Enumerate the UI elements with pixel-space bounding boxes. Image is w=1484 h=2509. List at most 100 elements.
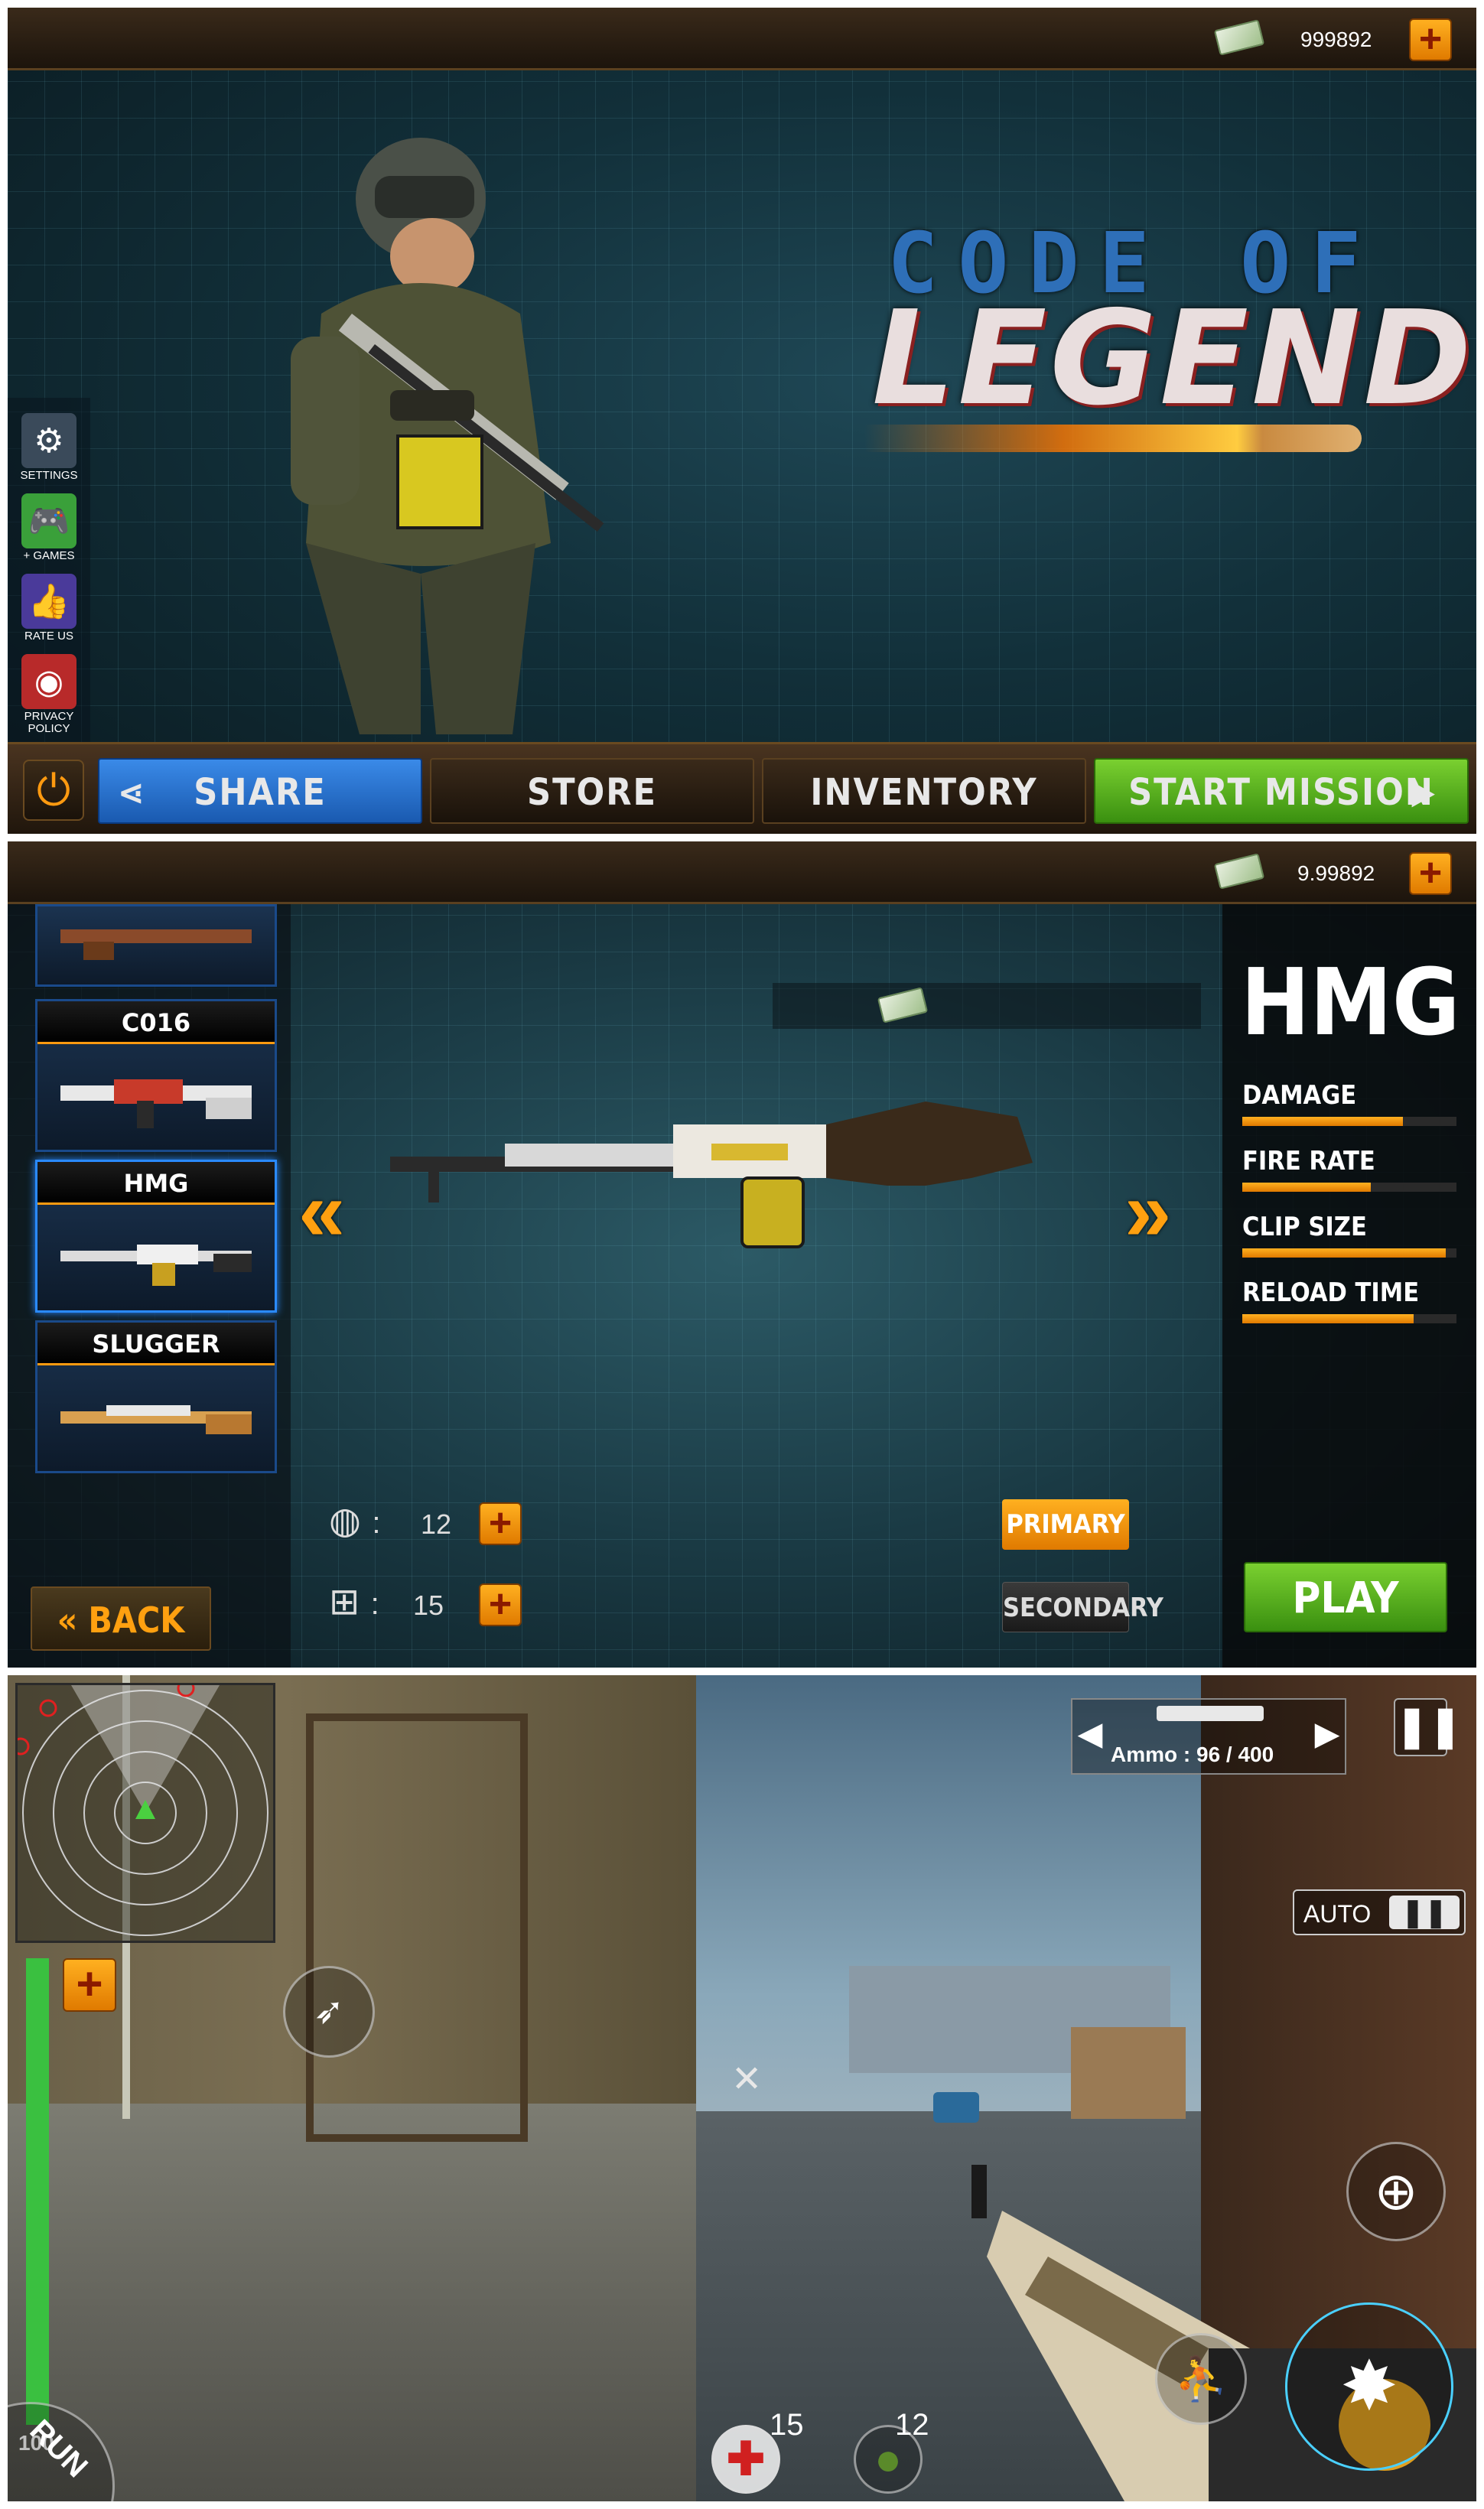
weapon-price-strip — [773, 983, 1201, 1029]
pause-icon: ❚❚ — [1395, 1704, 1463, 1749]
crosshair-reticle: ✕ — [731, 2059, 763, 2100]
back-label: BACK — [88, 1599, 185, 1641]
fire-mode-toggle[interactable]: AUTO ❚❚ — [1293, 1889, 1466, 1935]
thumbs-up-icon: 👍 — [21, 574, 76, 629]
weapon-switcher: ◀ ▶ Ammo : 96 / 400 — [1071, 1698, 1346, 1775]
wood-pallets — [1071, 2027, 1186, 2119]
back-arrow-icon: « — [57, 1599, 78, 1641]
weapon-card-c016[interactable]: C016 — [35, 999, 277, 1152]
store-label: STORE — [526, 771, 658, 814]
wall-frame — [306, 1713, 528, 2142]
weapon-card-slugger[interactable]: SLUGGER — [35, 1320, 277, 1473]
privacy-eye-icon: ◉ — [21, 654, 76, 709]
play-arrow-icon: ▶ — [1411, 773, 1437, 812]
gameplay-screen: 100 + ➶ RUN ◀ ▶ Ammo : 96 / 400 ❚❚ AUTO … — [8, 1675, 1476, 2501]
share-label: SHARE — [194, 771, 327, 814]
medkit-count: 15 — [413, 1590, 444, 1621]
stat-damage-label: DAMAGE — [1242, 1080, 1357, 1111]
aim-scope-button[interactable]: ⊕ — [1346, 2142, 1446, 2241]
weapon-list: C016 HMG SLUGGER « BACK — [8, 904, 291, 1668]
add-money-button[interactable]: + — [1409, 18, 1452, 61]
flaming-bullet-graphic — [864, 425, 1362, 452]
grenade-icon: ◍ — [329, 1501, 361, 1541]
health-bar — [26, 1958, 49, 2425]
inventory-label: INVENTORY — [810, 771, 1038, 814]
gear-icon: ⚙ — [21, 413, 76, 468]
assault-rifle-icon — [60, 1079, 252, 1128]
back-button[interactable]: «BACK — [31, 1586, 211, 1651]
weapon-stats-panel: HMG DAMAGE FIRE RATE CLIP SIZE RELOAD TI… — [1222, 904, 1476, 1668]
more-games-button[interactable]: 🎮 + GAMES — [18, 493, 80, 562]
shotgun-icon — [60, 1405, 252, 1434]
power-icon[interactable]: ⏻ — [23, 760, 84, 821]
rate-us-label: RATE US — [24, 630, 73, 643]
add-medkit-button[interactable]: + — [479, 1583, 522, 1626]
top-bar: 999892 + — [8, 8, 1476, 70]
more-games-label: + GAMES — [23, 549, 75, 562]
stat-clip-size-label: CLIP SIZE — [1242, 1212, 1367, 1242]
next-weapon-arrow[interactable]: » — [1124, 1163, 1171, 1260]
gamepad-icon: 🎮 — [21, 493, 76, 548]
stat-clip-size-bar — [1242, 1248, 1456, 1258]
radar-rings — [11, 1679, 268, 1936]
weapon-name: C016 — [37, 1001, 275, 1044]
grenade-count: 12 — [895, 2408, 929, 2442]
grenade-count: 12 — [421, 1508, 452, 1540]
side-menu: ⚙ SETTINGS 🎮 + GAMES 👍 RATE US ◉ PRIVACY… — [8, 398, 90, 742]
health-bar-fill — [26, 1958, 49, 2425]
ammo-count: Ammo : 96 / 400 — [1111, 1743, 1274, 1766]
inventory-button[interactable]: INVENTORY — [762, 758, 1086, 824]
previous-weapon-arrow[interactable]: « — [298, 1163, 345, 1260]
medkit-cross-icon: ✚ — [726, 2433, 766, 2485]
crouch-icon: ⛹ — [1174, 2354, 1228, 2403]
weapon-name: HMG — [37, 1162, 275, 1205]
grenade-row: ◍ : — [329, 1501, 381, 1541]
bottom-menu-bar: ⏻ ⋖ SHARE STORE INVENTORY START MISSION … — [8, 742, 1476, 834]
weapon-card-hmg[interactable]: HMG — [35, 1160, 277, 1313]
soldier-illustration — [291, 138, 604, 734]
cash-icon — [877, 987, 929, 1023]
cash-icon — [1213, 19, 1265, 56]
weapon-card-partial[interactable] — [35, 904, 277, 987]
machine-gun-icon — [60, 1245, 252, 1286]
secondary-button[interactable]: SECONDARY — [1002, 1582, 1163, 1632]
stat-fire-rate-bar — [1242, 1183, 1456, 1192]
health-plus-button[interactable]: + — [63, 1958, 116, 2012]
stat-reload-time-label: RELOAD TIME — [1242, 1277, 1420, 1308]
fire-button[interactable]: ✸ — [1285, 2302, 1453, 2471]
rate-us-button[interactable]: 👍 RATE US — [18, 574, 80, 643]
stat-reload-time-bar — [1242, 1314, 1456, 1323]
previous-weapon-icon[interactable]: ◀ — [1079, 1717, 1102, 1752]
add-grenade-button[interactable]: + — [479, 1502, 522, 1545]
play-button[interactable]: PLAY — [1244, 1562, 1447, 1632]
throw-button[interactable]: ➶ — [283, 1966, 375, 2058]
main-menu-screen: 999892 + CODE OF LEGEND ⚙ SETTINGS 🎮 + G… — [8, 8, 1476, 834]
fire-icon: ✸ — [1340, 2348, 1398, 2425]
share-button[interactable]: ⋖ SHARE — [98, 758, 422, 824]
settings-button[interactable]: ⚙ SETTINGS — [18, 413, 80, 482]
next-weapon-icon[interactable]: ▶ — [1315, 1717, 1339, 1752]
run-label: RUN — [23, 2413, 94, 2485]
rifle-icon — [60, 929, 252, 960]
store-button[interactable]: STORE — [430, 758, 754, 824]
pause-button[interactable]: ❚❚ — [1394, 1698, 1462, 1756]
add-money-button[interactable]: + — [1409, 852, 1452, 895]
privacy-policy-button[interactable]: ◉ PRIVACY POLICY — [18, 654, 80, 735]
fire-mode-switch: ❚❚ — [1389, 1896, 1460, 1929]
privacy-policy-label: PRIVACY POLICY — [24, 710, 74, 735]
crouch-button[interactable]: ⛹ — [1155, 2333, 1247, 2425]
radar-minimap — [11, 1679, 275, 1943]
cash-icon — [1213, 853, 1265, 890]
share-icon: ⋖ — [118, 772, 146, 813]
primary-button[interactable]: PRIMARY — [1002, 1499, 1129, 1550]
wall-lower — [8, 2104, 696, 2501]
medkit-row: ⊞ : — [329, 1582, 379, 1622]
crosshair-icon: ⊕ — [1374, 2162, 1418, 2221]
start-mission-label: START MISSION — [1128, 771, 1434, 814]
money-amount: 9.99892 — [1297, 861, 1375, 885]
weapon-select-screen: 9.99892 + C016 HMG SLUGGER « BACK « » ◍ … — [8, 841, 1476, 1668]
hmg-weapon-display — [390, 1102, 1033, 1248]
start-mission-button[interactable]: START MISSION ▶ — [1094, 758, 1469, 824]
stat-damage-bar — [1242, 1117, 1456, 1126]
stat-fire-rate-label: FIRE RATE — [1242, 1146, 1375, 1176]
